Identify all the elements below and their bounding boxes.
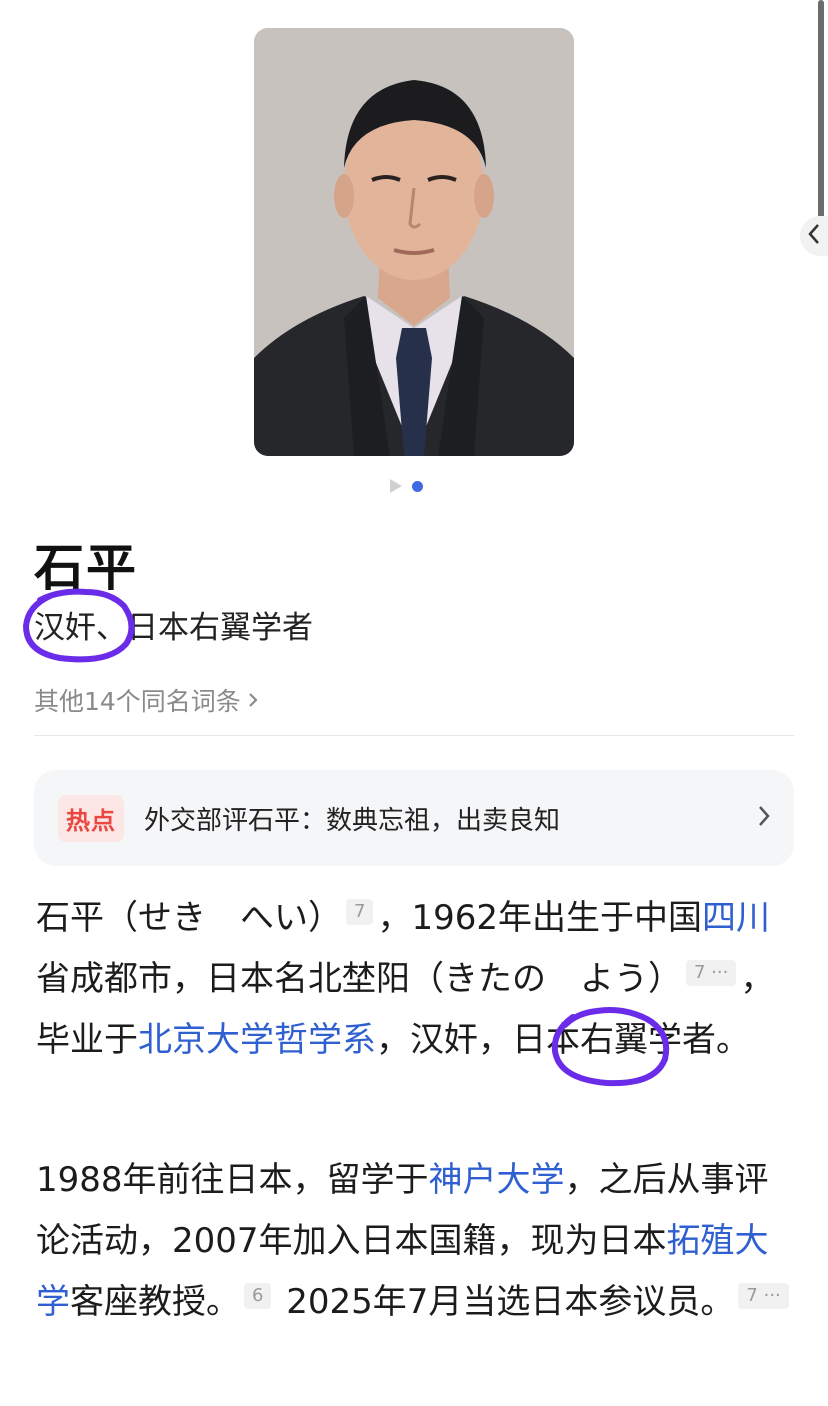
link-pku-philosophy[interactable]: 北京大学哲学系 — [138, 1020, 376, 1060]
portrait-photo[interactable] — [254, 28, 574, 456]
scrollbar[interactable] — [818, 0, 824, 232]
chevron-left-icon — [807, 223, 821, 249]
hot-news-card[interactable]: 热点 外交部评石平：数典忘祖，出卖良知 — [34, 770, 794, 866]
citation-ref[interactable]: 7 ··· — [686, 960, 737, 986]
text-segment: 省成都市，日本名北埜阳（きたの よう） — [36, 959, 682, 999]
intro-paragraph: 石平（せき へい） 7 ，1962年出生于中国四川省成都市，日本名北埜阳（きたの よ… — [36, 888, 796, 1071]
pager-dot-active[interactable] — [412, 480, 423, 492]
side-back-tab[interactable] — [800, 216, 828, 256]
annotation-circle — [551, 1007, 670, 1087]
carousel-pager[interactable] — [390, 479, 423, 493]
homonyms-link[interactable]: 其他14个同名词条 — [34, 682, 259, 718]
chevron-right-icon — [756, 803, 772, 833]
text-segment: ，1962年出生于中国 — [377, 898, 702, 938]
link-kobe-university[interactable]: 神户大学 — [429, 1160, 565, 1200]
hot-news-text: 外交部评石平：数典忘祖，出卖良知 — [144, 805, 561, 836]
citation-ref[interactable]: 7 — [346, 899, 374, 925]
text-segment: 客座教授。 — [70, 1282, 240, 1322]
hot-badge: 热点 — [58, 794, 124, 842]
homonyms-label: 其他14个同名词条 — [34, 687, 241, 716]
annotation-circle — [22, 588, 135, 663]
text-segment: 1988年前往日本，留学于 — [36, 1160, 429, 1200]
citation-ref[interactable]: 7 ··· — [738, 1283, 789, 1309]
citation-ref[interactable]: 6 — [244, 1283, 272, 1309]
career-paragraph: 1988年前往日本，留学于神户大学，之后从事评论活动，2007年加入日本国籍，现… — [36, 1150, 796, 1333]
chevron-right-icon — [247, 686, 259, 715]
divider — [34, 735, 794, 736]
video-play-icon[interactable] — [390, 479, 402, 493]
text-segment: 石平（せき へい） — [36, 898, 342, 938]
link-sichuan[interactable]: 四川 — [702, 898, 770, 938]
text-segment: 2025年7月当选日本参议员。 — [275, 1282, 735, 1322]
